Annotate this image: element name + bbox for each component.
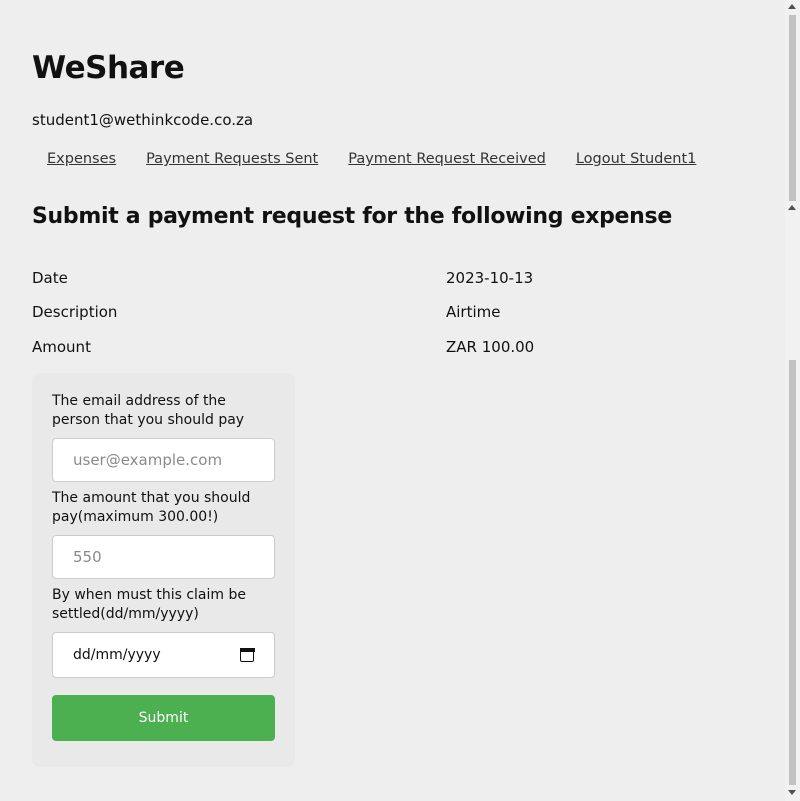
- payment-request-form: The email address of the person that you…: [32, 373, 295, 767]
- submit-button[interactable]: Submit: [52, 695, 275, 741]
- page-title: Submit a payment request for the followi…: [32, 204, 672, 229]
- user-email: student1@wethinkcode.co.za: [32, 111, 254, 129]
- nav-link-logout[interactable]: Logout Student1: [576, 151, 697, 167]
- nav-link-payment-request-received[interactable]: Payment Request Received: [348, 151, 546, 167]
- amount-field-label: The amount that you should pay(maximum 3…: [52, 490, 251, 525]
- nav-link-expenses[interactable]: Expenses: [47, 151, 116, 167]
- due-date-field-label: By when must this claim be settled(dd/mm…: [52, 587, 246, 622]
- amount-field[interactable]: [52, 535, 275, 579]
- scroll-up-arrow-icon[interactable]: [788, 4, 796, 9]
- expense-description-value: Airtime: [446, 303, 501, 321]
- expense-amount-value: ZAR 100.00: [446, 338, 535, 356]
- email-field[interactable]: [52, 438, 275, 482]
- email-field-label: The email address of the person that you…: [52, 393, 245, 428]
- scrollbar-thumb[interactable]: [789, 15, 796, 201]
- expense-date-label: Date: [32, 269, 68, 287]
- due-date-field[interactable]: dd/mm/yyyy: [52, 632, 275, 678]
- scrollbar-lower[interactable]: [785, 212, 800, 801]
- expense-date-value: 2023-10-13: [446, 269, 534, 287]
- scroll-up-arrow-icon[interactable]: [788, 205, 796, 210]
- calendar-icon[interactable]: [239, 647, 255, 662]
- expense-description-label: Description: [32, 303, 118, 321]
- nav-link-payment-requests-sent[interactable]: Payment Requests Sent: [146, 151, 318, 167]
- scrollbar-upper[interactable]: [785, 0, 800, 212]
- app-title: WeShare: [32, 50, 185, 86]
- expense-amount-label: Amount: [32, 338, 91, 356]
- scroll-down-arrow-icon[interactable]: [788, 790, 796, 795]
- main-nav: Expenses Payment Requests Sent Payment R…: [47, 151, 696, 167]
- due-date-placeholder: dd/mm/yyyy: [73, 647, 161, 663]
- scrollbar-thumb[interactable]: [789, 360, 796, 785]
